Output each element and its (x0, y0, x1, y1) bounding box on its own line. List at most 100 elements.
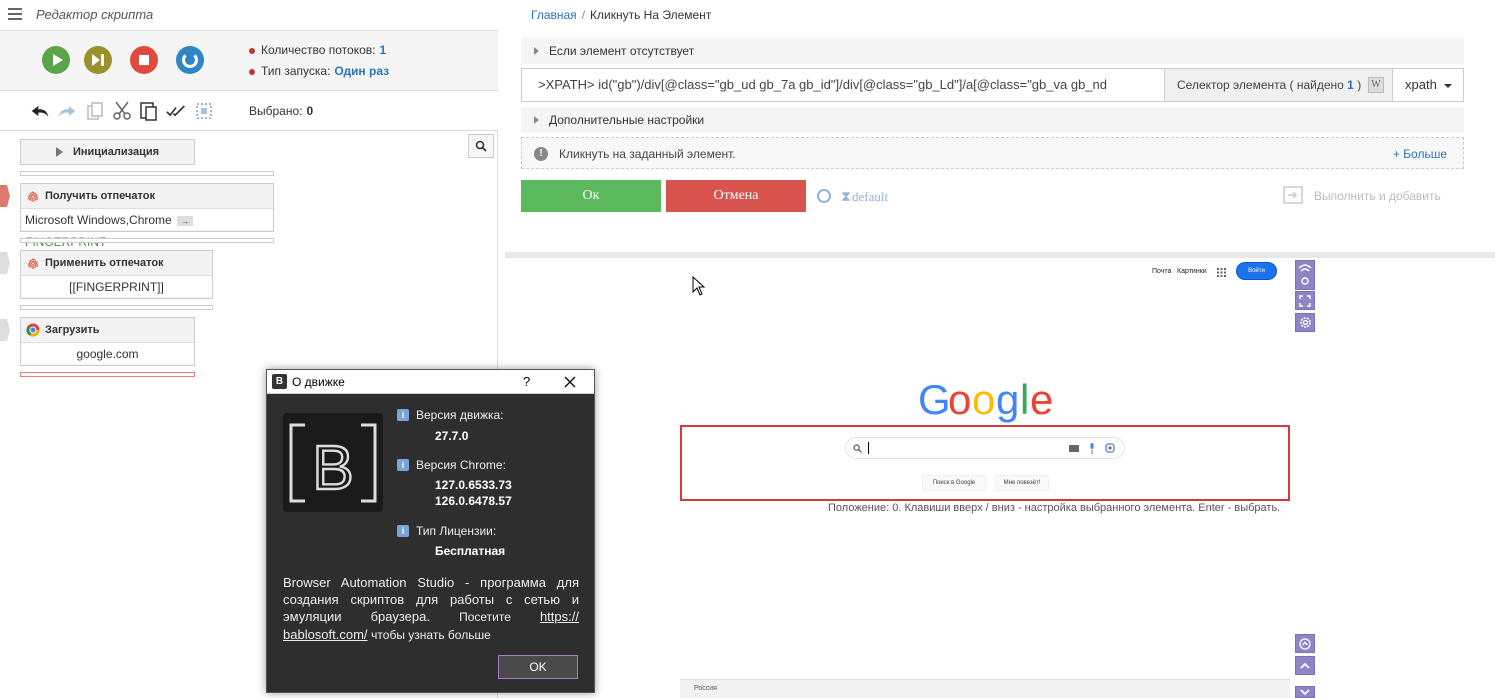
more-link[interactable]: + Больше (1393, 147, 1447, 161)
action-connector-active (20, 372, 195, 377)
execute-and-add-button[interactable]: Выполнить и добавить (1314, 189, 1441, 203)
cancel-button[interactable]: Отмена (666, 180, 806, 212)
selection-box-icon[interactable] (194, 101, 214, 121)
stop-button[interactable] (130, 46, 158, 74)
browser-settings-button[interactable] (1295, 313, 1315, 332)
threads-value[interactable]: 1 (380, 43, 387, 57)
license-type-value: Бесплатная (435, 544, 506, 558)
gmail-link[interactable]: Почта (1152, 268, 1171, 275)
google-search-button[interactable]: Поиск в Google (922, 475, 986, 491)
scroll-down-button[interactable] (1295, 686, 1315, 698)
step-button[interactable] (84, 46, 112, 74)
svg-text:B: B (312, 434, 353, 503)
play-button[interactable] (42, 46, 70, 74)
breakpoint-marker[interactable] (0, 252, 10, 274)
close-icon[interactable] (563, 375, 577, 389)
google-lens-icon[interactable] (1105, 443, 1115, 453)
undo-icon[interactable] (30, 101, 50, 121)
fullscreen-button[interactable] (1295, 291, 1315, 310)
cut-icon[interactable] (112, 101, 132, 121)
advanced-settings-section[interactable]: Дополнительные настройки (521, 107, 1464, 133)
edit-toolbar: Выбрано: 0 (0, 91, 498, 131)
exclamation-icon: ! (534, 147, 548, 161)
action-settings-panel: Главная / Кликнуть На Элемент Если элемент… (505, 0, 1495, 252)
expand-icon (1299, 294, 1311, 307)
web-page: Почта Картинки Войти G o o g l e Поиск в… (680, 258, 1290, 698)
svg-text:g: g (996, 378, 1019, 423)
hamburger-menu-icon[interactable] (8, 8, 22, 20)
dialog-ok-button[interactable]: OK (498, 655, 578, 679)
sign-in-button[interactable]: Войти (1236, 262, 1277, 280)
action-get-fingerprint[interactable]: Получить отпечаток Microsoft Windows,Chr… (20, 183, 274, 249)
search-actions-button[interactable] (468, 134, 494, 158)
action-init[interactable]: Инициализация (20, 139, 195, 165)
svg-text:G: G (918, 378, 951, 423)
about-engine-dialog: B О движке ? B i Версия движка: 27.7.0 i… (266, 369, 595, 693)
hourglass-icon[interactable]: ⧗ (841, 188, 851, 205)
info-icon: i (397, 525, 409, 537)
fingerprint-icon (28, 191, 38, 202)
dialog-title-bar: B О движке ? (267, 370, 594, 394)
wifi-toggle-button[interactable] (1295, 260, 1315, 290)
dialog-help-button[interactable]: ? (523, 374, 530, 389)
redo-icon[interactable] (57, 101, 77, 121)
expand-icon (55, 147, 63, 158)
svg-text:l: l (1020, 378, 1029, 423)
selector-type-dropdown[interactable]: xpath (1392, 69, 1464, 101)
bas-logo: B (283, 413, 383, 512)
clock-icon[interactable] (817, 189, 831, 203)
breakpoint-marker[interactable] (0, 185, 10, 207)
launch-type-value[interactable]: Один раз (334, 64, 389, 78)
execute-add-icon[interactable] (1283, 186, 1303, 204)
step-forward-icon (92, 54, 104, 66)
w-icon[interactable]: W (1368, 77, 1384, 93)
launch-type-info: Тип запуска: Один раз (249, 64, 389, 78)
text-caret (868, 442, 869, 454)
browser-viewport: Почта Картинки Войти G o o g l e Поиск в… (505, 258, 1495, 698)
action-connector (20, 305, 213, 310)
breadcrumb: Главная / Кликнуть На Элемент (531, 8, 712, 22)
chevron-up-circle-icon (1299, 637, 1311, 650)
select-all-icon[interactable] (166, 101, 186, 121)
chrome-icon (26, 323, 40, 337)
if-missing-section[interactable]: Если элемент отсутствует (521, 38, 1464, 64)
restart-icon (182, 52, 198, 68)
engine-version-value: 27.7.0 (435, 429, 469, 443)
keyboard-icon[interactable] (1069, 445, 1079, 452)
bullet-icon (249, 68, 255, 75)
selector-input[interactable]: >XPATH> id("gb")/div[@class="gb_ud gb_7a… (522, 69, 1164, 101)
scroll-up-button[interactable] (1295, 656, 1315, 675)
feeling-lucky-button[interactable]: Мне повезёт! (995, 475, 1049, 491)
restart-button[interactable] (176, 46, 204, 74)
breadcrumb-home-link[interactable]: Главная (531, 8, 577, 22)
svg-text:o: o (972, 378, 995, 423)
selected-count: Выбрано: 0 (249, 104, 314, 118)
action-apply-fingerprint[interactable]: Применить отпечаток [[FINGERPRINT]] (20, 250, 213, 299)
wifi-icon (1298, 264, 1312, 285)
timeout-default-label[interactable]: default (852, 189, 888, 205)
info-icon: i (397, 409, 409, 421)
action-connector (20, 238, 274, 243)
action-connector (20, 171, 274, 176)
copy-icon[interactable] (85, 101, 105, 121)
chevron-up-icon (1300, 662, 1310, 669)
paste-icon[interactable] (139, 101, 159, 121)
apps-grid-icon[interactable] (1217, 268, 1226, 277)
editor-title: Редактор скрипта (36, 7, 154, 22)
google-search-input[interactable] (845, 437, 1125, 459)
scroll-top-button[interactable] (1295, 634, 1315, 653)
action-load[interactable]: Загрузить google.com (20, 317, 195, 366)
search-icon (475, 140, 487, 152)
chrome-version-label: Версия Chrome: (416, 458, 506, 472)
selector-label[interactable]: Селектор элемента ( найдено 1 ) W (1164, 69, 1392, 101)
microphone-icon[interactable] (1089, 443, 1095, 454)
run-controls-bar: Количество потоков: 1 Тип запуска: Один ра… (0, 31, 498, 91)
ok-button[interactable]: Ок (521, 180, 661, 212)
action-hint: ! Кликнуть на заданный элемент. + Больше (521, 137, 1464, 169)
breakpoint-marker[interactable] (0, 319, 10, 341)
app-logo-icon: B (272, 374, 287, 389)
images-link[interactable]: Картинки (1177, 268, 1207, 275)
chevron-down-icon (1300, 689, 1310, 696)
fingerprint-icon (28, 258, 38, 269)
editor-title-bar: Редактор скрипта (0, 0, 498, 31)
